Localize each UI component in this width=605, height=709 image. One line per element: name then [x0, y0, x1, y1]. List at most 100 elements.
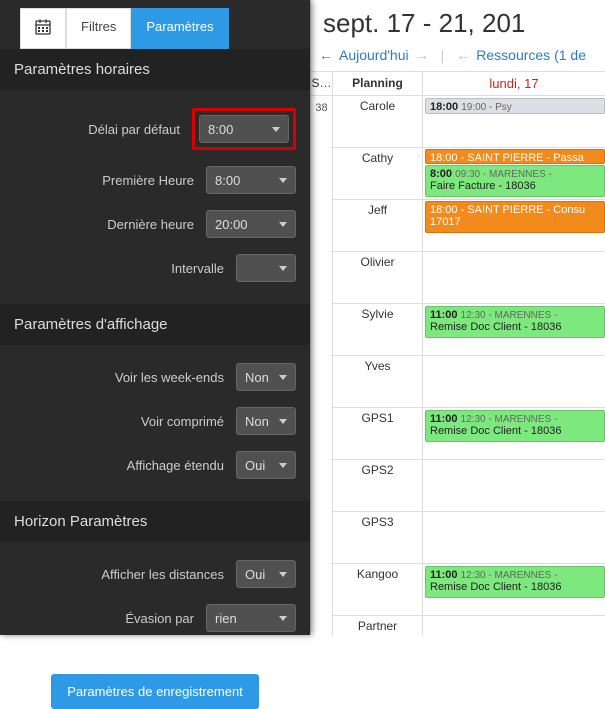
name-row: GPS3: [333, 512, 422, 564]
chevron-down-icon: [279, 463, 287, 468]
event-sylvie[interactable]: 11:00 12:30 - MARENNES - Remise Doc Clie…: [425, 306, 605, 338]
event-desc: 19:00 - Psy: [461, 102, 512, 113]
name-row: GPS1: [333, 408, 422, 460]
chevron-down-icon: [279, 222, 287, 227]
save-button[interactable]: Paramètres de enregistrement: [51, 674, 259, 709]
event-kangoo[interactable]: 11:00 12:30 - MARENNES - Remise Doc Clie…: [425, 566, 605, 598]
distances-label: Afficher les distances: [14, 567, 224, 582]
name-row: Cathy: [333, 148, 422, 200]
name-row: Kangoo: [333, 564, 422, 616]
header-s: S…: [311, 72, 333, 95]
grid-header: S… Planning lundi, 17: [311, 72, 605, 96]
event-cathy-1[interactable]: 18:00 - SAINT PIERRE - Passa: [425, 149, 605, 164]
chevron-down-icon: [272, 127, 280, 132]
premiere-select[interactable]: 8:00: [206, 166, 296, 194]
affichage-rows: Voir les week-ends Non Voir comprimé Non…: [0, 345, 310, 501]
chevron-down-icon: [279, 419, 287, 424]
weekends-value: Non: [245, 370, 269, 385]
event-row[interactable]: 11:00 12:30 - MARENNES - Remise Doc Clie…: [423, 564, 605, 616]
event-cathy-2[interactable]: 8:00 09:30 - MARENNES - Faire Facture - …: [425, 165, 605, 197]
event-row[interactable]: 18:00 19:00 - Psy: [423, 96, 605, 148]
comprime-label: Voir comprimé: [14, 414, 224, 429]
tabs: Filtres Paramètres: [0, 0, 310, 49]
comprime-value: Non: [245, 414, 269, 429]
event-time: 18:00: [430, 101, 458, 113]
event-desc: 12:30 - MARENNES -: [461, 310, 558, 321]
event-row[interactable]: 11:00 12:30 - MARENNES - Remise Doc Clie…: [423, 408, 605, 460]
chevron-down-icon: [279, 178, 287, 183]
event-row[interactable]: [423, 616, 605, 635]
event-text: 18:00 - SAINT PIERRE - Consu: [430, 204, 585, 216]
chevron-down-icon: [279, 616, 287, 621]
delai-value: 8:00: [208, 122, 233, 137]
event-gps1[interactable]: 11:00 12:30 - MARENNES - Remise Doc Clie…: [425, 410, 605, 442]
calendar-nav: ← Aujourd'hui → | ← Ressources (1 de: [311, 43, 605, 71]
events-column: 18:00 19:00 - Psy 18:00 - SAINT PIERRE -…: [423, 96, 605, 635]
derniere-value: 20:00: [215, 217, 248, 232]
res-prev-arrow-icon[interactable]: ←: [456, 47, 470, 63]
delai-select[interactable]: 8:00: [199, 115, 289, 143]
event-row[interactable]: [423, 356, 605, 408]
calendar-panel: sept. 17 - 21, 201 ← Aujourd'hui → | ← R…: [310, 0, 605, 635]
chevron-down-icon: [279, 266, 287, 271]
event-row[interactable]: [423, 252, 605, 304]
comprime-select[interactable]: Non: [236, 407, 296, 435]
etendu-select[interactable]: Oui: [236, 451, 296, 479]
horaires-rows: Délai par défaut 8:00 Première Heure 8:0…: [0, 90, 310, 304]
name-row: Yves: [333, 356, 422, 408]
derniere-select[interactable]: 20:00: [206, 210, 296, 238]
event-time: 11:00: [430, 309, 458, 321]
weekends-select[interactable]: Non: [236, 363, 296, 391]
settings-panel: Filtres Paramètres Paramètres horaires D…: [0, 0, 310, 635]
today-button[interactable]: Aujourd'hui: [339, 47, 409, 63]
event-time: 11:00: [430, 569, 458, 581]
chevron-down-icon: [279, 572, 287, 577]
derniere-label: Dernière heure: [14, 217, 194, 232]
event-time: 8:00: [430, 168, 452, 180]
event-text: 18:00 - SAINT PIERRE - Passa: [430, 152, 584, 164]
etendu-label: Affichage étendu: [14, 458, 224, 473]
event-carole[interactable]: 18:00 19:00 - Psy: [425, 98, 605, 114]
event-line2: 17017: [430, 216, 461, 228]
name-row: Olivier: [333, 252, 422, 304]
delai-label: Délai par défaut: [14, 122, 180, 137]
horizon-rows: Afficher les distances Oui Évasion par r…: [0, 542, 310, 654]
event-jeff[interactable]: 18:00 - SAINT PIERRE - Consu 17017: [425, 201, 605, 233]
distances-value: Oui: [245, 567, 265, 582]
premiere-value: 8:00: [215, 173, 240, 188]
names-column: Carole Cathy Jeff Olivier Sylvie Yves GP…: [333, 96, 423, 635]
delai-highlight: 8:00: [192, 108, 296, 150]
event-row[interactable]: 18:00 - SAINT PIERRE - Passa 8:00 09:30 …: [423, 148, 605, 200]
name-row: Jeff: [333, 200, 422, 252]
event-line2: Faire Facture - 18036: [430, 180, 536, 192]
intervalle-select[interactable]: [236, 254, 296, 282]
intervalle-label: Intervalle: [14, 261, 224, 276]
header-planning: Planning: [333, 72, 423, 95]
event-row[interactable]: [423, 512, 605, 564]
grid-body: 38 Carole Cathy Jeff Olivier Sylvie Yves…: [311, 96, 605, 635]
evasion-value: rien: [215, 611, 237, 626]
resources-button[interactable]: Ressources (1 de: [476, 47, 586, 63]
section-affichage-header: Paramètres d'affichage: [0, 304, 310, 345]
event-row[interactable]: 18:00 - SAINT PIERRE - Consu 17017: [423, 200, 605, 252]
event-time: 11:00: [430, 413, 458, 425]
tab-parametres[interactable]: Paramètres: [131, 8, 228, 49]
prev-arrow-icon[interactable]: ←: [319, 47, 333, 63]
chevron-down-icon: [279, 375, 287, 380]
distances-select[interactable]: Oui: [236, 560, 296, 588]
tab-calendar-icon[interactable]: [20, 8, 66, 49]
premiere-label: Première Heure: [14, 173, 194, 188]
event-row[interactable]: [423, 460, 605, 512]
time-marker: 38: [311, 102, 332, 114]
tab-filtres[interactable]: Filtres: [66, 8, 131, 49]
etendu-value: Oui: [245, 458, 265, 473]
event-line2: Remise Doc Client - 18036: [430, 581, 561, 593]
time-column: 38: [311, 96, 333, 635]
header-day[interactable]: lundi, 17: [423, 72, 605, 95]
evasion-select[interactable]: rien: [206, 604, 296, 632]
event-line2: Remise Doc Client - 18036: [430, 321, 561, 333]
name-row: Partner: [333, 616, 422, 635]
name-row: GPS2: [333, 460, 422, 512]
next-arrow-icon[interactable]: →: [415, 47, 429, 63]
event-row[interactable]: 11:00 12:30 - MARENNES - Remise Doc Clie…: [423, 304, 605, 356]
